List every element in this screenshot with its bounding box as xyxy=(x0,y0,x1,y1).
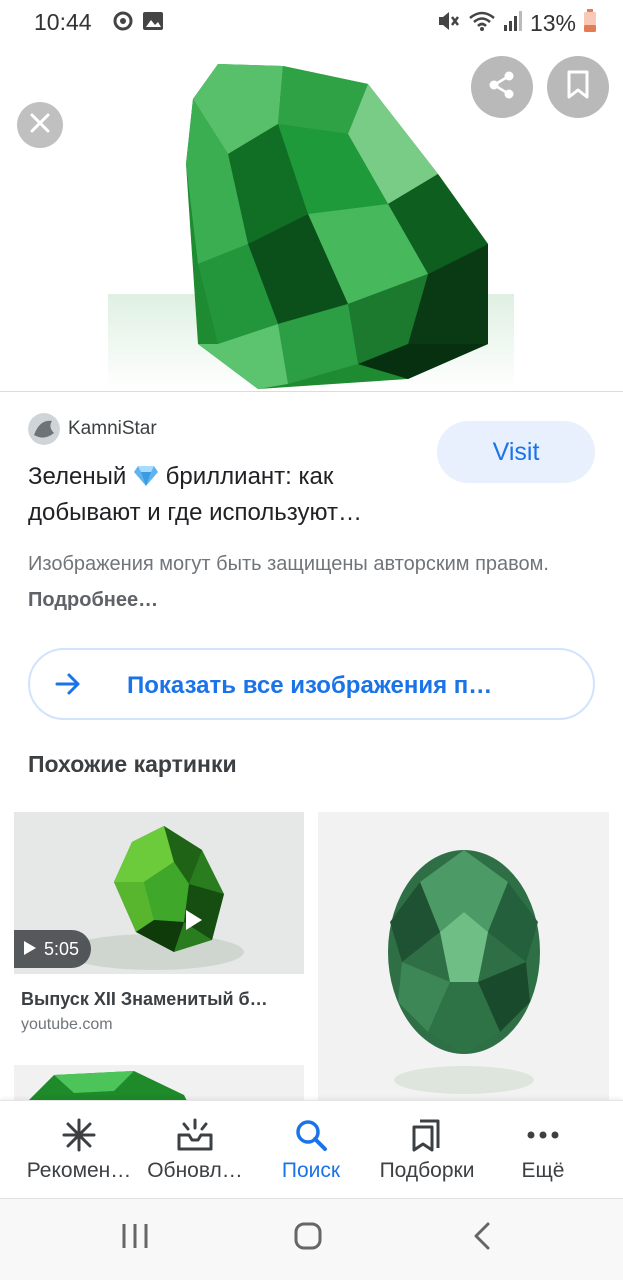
gem-emoji-icon xyxy=(133,462,159,486)
nav-item-updates[interactable]: Обновл… xyxy=(133,1101,257,1199)
more-icon xyxy=(527,1117,559,1153)
image-icon xyxy=(142,10,164,37)
battery-icon xyxy=(583,9,597,38)
asterisk-icon xyxy=(61,1117,97,1153)
learn-more-link[interactable]: Подробнее… xyxy=(28,589,158,611)
similar-image-card-3[interactable] xyxy=(14,1065,304,1105)
bookmark-icon xyxy=(565,70,591,105)
source-name: KamniStar xyxy=(68,418,157,439)
nav-item-search[interactable]: Поиск xyxy=(249,1101,373,1199)
search-icon xyxy=(294,1117,328,1153)
bottom-navigation: Рекомен… Обновл… Поиск Подборки Ещё xyxy=(0,1100,623,1198)
nav-label: Поиск xyxy=(281,1159,341,1182)
card-source: youtube.com xyxy=(21,1016,113,1033)
show-all-images-label: Показать все изображения п… xyxy=(127,672,493,699)
share-icon xyxy=(487,70,517,105)
nav-label: Рекомен… xyxy=(26,1159,132,1182)
source-avatar xyxy=(28,413,60,445)
video-duration-badge: 5:05 xyxy=(14,930,92,968)
home-icon[interactable] xyxy=(293,1221,323,1256)
nav-item-recommendations[interactable]: Рекомен… xyxy=(17,1101,141,1199)
status-time: 10:44 xyxy=(34,9,92,35)
copyright-notice: Изображения могут быть защищены авторски… xyxy=(28,546,588,618)
system-navigation-bar xyxy=(0,1198,623,1280)
collections-icon xyxy=(410,1117,444,1153)
share-button[interactable] xyxy=(471,56,533,118)
close-button[interactable] xyxy=(17,102,63,148)
mute-icon xyxy=(437,10,461,37)
nav-item-collections[interactable]: Подборки xyxy=(365,1101,489,1199)
source-row[interactable]: KamniStar xyxy=(28,413,157,445)
close-icon xyxy=(29,112,51,139)
bookmark-button[interactable] xyxy=(547,56,609,118)
wifi-icon xyxy=(468,10,496,37)
emerald-image-partial xyxy=(14,1065,304,1105)
card-title: Выпуск XII Знаменитый б… xyxy=(21,989,268,1009)
signal-icon xyxy=(503,10,523,37)
video-duration: 5:05 xyxy=(44,938,80,959)
visit-button[interactable]: Visit xyxy=(437,421,595,483)
result-title[interactable]: Зеленый бриллиант: как добывают и где ис… xyxy=(28,459,428,531)
nav-item-more[interactable]: Ещё xyxy=(481,1101,605,1199)
nav-label: Подборки xyxy=(379,1159,475,1182)
show-all-images-button[interactable]: Показать все изображения п… xyxy=(28,648,595,720)
battery-percent: 13% xyxy=(529,10,576,36)
sync-icon xyxy=(112,10,134,37)
nav-label: Ещё xyxy=(521,1159,565,1182)
oval-emerald-image xyxy=(318,812,609,1100)
copyright-text: Изображения могут быть защищены авторски… xyxy=(28,553,549,575)
back-icon[interactable] xyxy=(470,1221,494,1256)
updates-icon xyxy=(176,1117,214,1153)
similar-images-heading: Похожие картинки xyxy=(28,751,237,777)
recent-apps-icon[interactable] xyxy=(120,1221,150,1256)
similar-image-card-2[interactable] xyxy=(318,812,609,1100)
similar-image-card[interactable]: 5:05 Выпуск XII Знаменитый б… youtube.co… xyxy=(14,812,304,1052)
title-part1: Зеленый xyxy=(28,463,133,490)
play-icon xyxy=(24,939,36,960)
nav-label: Обновл… xyxy=(147,1159,243,1182)
similar-image-thumbnail: 5:05 xyxy=(14,812,304,974)
hero-divider xyxy=(0,391,623,392)
arrow-right-icon xyxy=(54,670,82,703)
hero-image-area[interactable] xyxy=(0,44,623,392)
green-diamond-image xyxy=(108,64,514,390)
status-bar: 10:44 13% xyxy=(0,0,623,44)
